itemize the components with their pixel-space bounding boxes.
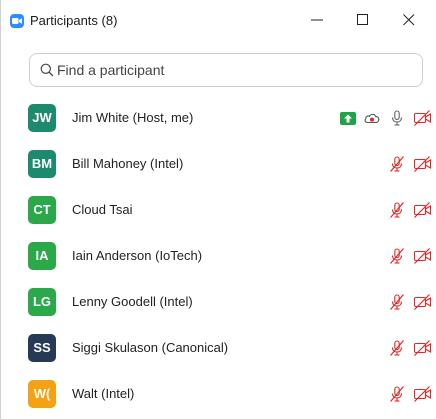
screen-share-icon [340, 111, 356, 125]
video-off-icon[interactable] [413, 109, 433, 127]
avatar: JW [28, 104, 56, 132]
avatar: CT [28, 196, 56, 224]
microphone-muted-icon[interactable] [388, 385, 406, 403]
participant-row[interactable]: W( Walt (Intel) [1, 372, 436, 418]
microphone-muted-icon[interactable] [388, 155, 406, 173]
participant-status-icons [381, 153, 433, 175]
minimize-icon [311, 19, 323, 21]
participant-status-icons [381, 245, 433, 267]
participant-status-icons [381, 383, 433, 405]
participant-row[interactable]: CT Cloud Tsai [1, 188, 436, 234]
participant-row[interactable]: BM Bill Mahoney (Intel) [1, 142, 436, 188]
close-icon [403, 14, 415, 26]
video-off-icon[interactable] [413, 339, 433, 357]
participant-status-icons [340, 107, 433, 129]
avatar: IA [28, 242, 56, 270]
microphone-muted-icon[interactable] [388, 201, 406, 219]
microphone-muted-icon[interactable] [388, 247, 406, 265]
participant-row[interactable]: SS Siggi Skulason (Canonical) [1, 326, 436, 372]
avatar: SS [28, 334, 56, 362]
zoom-app-icon [10, 14, 24, 28]
participant-name: Lenny Goodell (Intel) [72, 294, 193, 309]
participant-row[interactable]: JW Jim White (Host, me) [1, 96, 436, 142]
video-off-icon[interactable] [413, 247, 433, 265]
video-off-icon[interactable] [413, 293, 433, 311]
title-bar[interactable]: Participants (8) [1, 0, 436, 38]
recording-cloud-icon[interactable] [363, 109, 381, 127]
maximize-icon [357, 14, 368, 25]
participant-name: Siggi Skulason (Canonical) [72, 340, 229, 355]
participant-status-icons [381, 337, 433, 359]
participant-name: Jim White (Host, me) [72, 110, 194, 125]
video-off-icon[interactable] [413, 385, 433, 403]
participant-name: Bill Mahoney (Intel) [72, 156, 184, 171]
search-icon [40, 63, 54, 77]
participant-list: JW Jim White (Host, me) BM Bill Mahoney (In… [1, 96, 436, 418]
participant-status-icons [381, 291, 433, 313]
participant-row[interactable]: IA Iain Anderson (IoTech) [1, 234, 436, 280]
microphone-icon[interactable] [388, 109, 406, 127]
avatar: BM [28, 150, 56, 178]
video-off-icon[interactable] [413, 155, 433, 173]
close-button[interactable] [386, 0, 432, 38]
video-off-icon[interactable] [413, 201, 433, 219]
avatar: W( [28, 380, 56, 408]
participant-status-icons [381, 199, 433, 221]
microphone-muted-icon[interactable] [388, 293, 406, 311]
participant-name: Iain Anderson (IoTech) [72, 248, 203, 263]
participant-name: Cloud Tsai [72, 202, 133, 217]
search-box[interactable] [29, 53, 423, 87]
participants-window: Participants (8) JW Jim White (Host, me) B… [0, 0, 436, 419]
microphone-muted-icon[interactable] [388, 339, 406, 357]
participant-row[interactable]: LG Lenny Goodell (Intel) [1, 280, 436, 326]
minimize-button[interactable] [294, 0, 340, 38]
window-title: Participants (8) [30, 13, 118, 28]
participant-name: Walt (Intel) [72, 386, 135, 401]
maximize-button[interactable] [340, 0, 386, 38]
search-input[interactable] [57, 60, 407, 80]
avatar: LG [28, 288, 56, 316]
